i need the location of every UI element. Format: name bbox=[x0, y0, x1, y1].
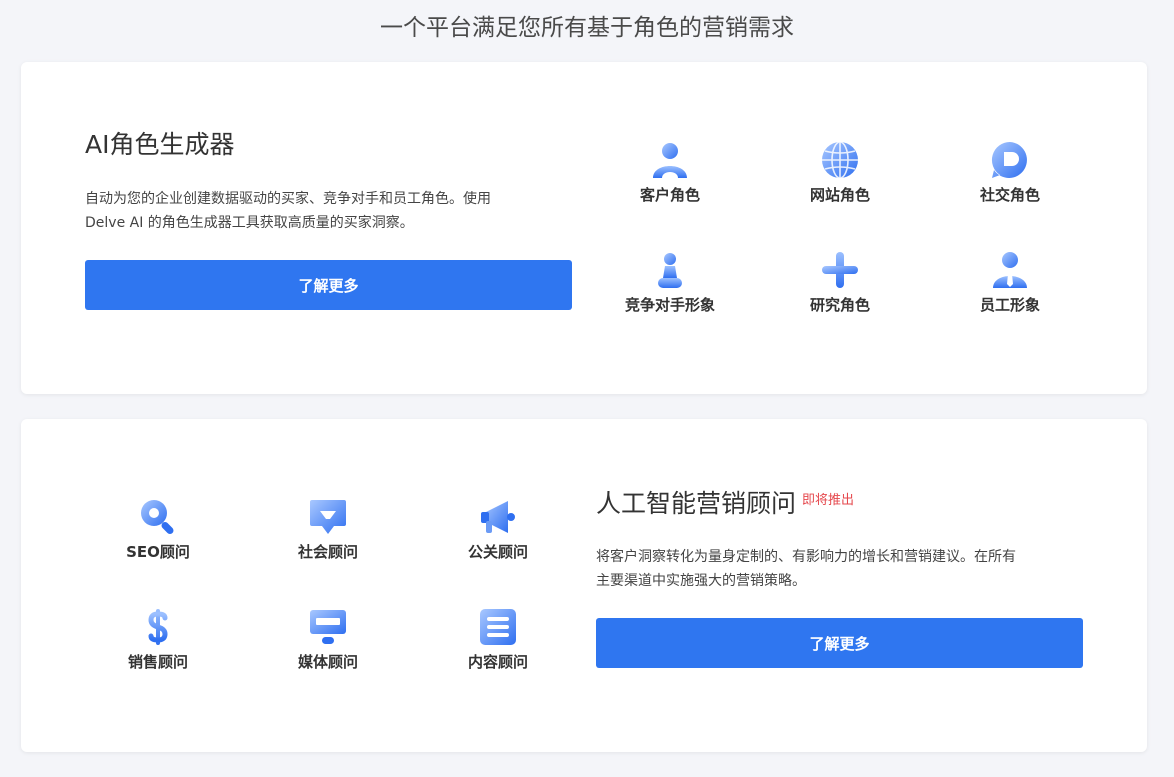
page-title: 一个平台满足您所有基于角色的营销需求 bbox=[380, 15, 794, 41]
advisor-types-grid: SEO顾问 社会顾问 公关顾问 销售顾问 媒体顾问 内容顾问 bbox=[73, 497, 613, 697]
employee-tie-icon bbox=[990, 250, 1030, 290]
persona-item-label: 网站角色 bbox=[809, 186, 870, 204]
marketing-advisor-title-text: 人工智能营销顾问 bbox=[596, 489, 797, 518]
monitor-icon bbox=[308, 607, 348, 647]
coming-soon-badge: 即将推出 bbox=[802, 493, 855, 508]
persona-item-customer[interactable]: 客户角色 bbox=[585, 140, 755, 205]
message-icon bbox=[308, 497, 348, 537]
persona-generator-card: AI角色生成器 自动为您的企业创建数据驱动的买家、竞争对手和员工角色。使用 De… bbox=[21, 62, 1147, 394]
persona-types-grid: 客户角色 网站角色 社交角色 竞争对手形象 研究角色 员工形象 bbox=[585, 140, 1125, 340]
persona-item-label: 研究角色 bbox=[809, 296, 870, 314]
search-icon bbox=[138, 497, 178, 537]
advisor-item-sales[interactable]: 销售顾问 bbox=[73, 607, 243, 672]
marketing-advisor-title: 人工智能营销顾问 即将推出 bbox=[596, 486, 854, 519]
persona-item-website[interactable]: 网站角色 bbox=[755, 140, 925, 205]
advisor-learn-more-button[interactable]: 了解更多 bbox=[596, 618, 1083, 668]
persona-learn-more-button[interactable]: 了解更多 bbox=[85, 260, 572, 310]
advisor-item-social[interactable]: 社会顾问 bbox=[243, 497, 413, 562]
marketing-advisor-description-line1: 将客户洞察转化为量身定制的、有影响力的增长和营销建议。在所有 bbox=[596, 549, 1016, 565]
megaphone-icon bbox=[478, 497, 518, 537]
persona-item-employee[interactable]: 员工形象 bbox=[925, 250, 1095, 315]
plus-icon bbox=[820, 250, 860, 290]
advisor-item-content[interactable]: 内容顾问 bbox=[413, 607, 583, 672]
dollar-icon bbox=[138, 607, 178, 647]
document-lines-icon bbox=[478, 607, 518, 647]
advisor-item-pr[interactable]: 公关顾问 bbox=[413, 497, 583, 562]
advisor-item-seo[interactable]: SEO顾问 bbox=[73, 497, 243, 562]
persona-item-social[interactable]: 社交角色 bbox=[925, 140, 1095, 205]
chess-pawn-icon bbox=[650, 250, 690, 290]
advisor-item-label: 媒体顾问 bbox=[297, 653, 358, 671]
advisor-item-label: 社会顾问 bbox=[297, 543, 358, 561]
persona-item-research[interactable]: 研究角色 bbox=[755, 250, 925, 315]
persona-generator-description: 自动为您的企业创建数据驱动的买家、竞争对手和员工角色。使用 Delve AI 的… bbox=[85, 187, 565, 235]
globe-icon bbox=[820, 140, 860, 180]
advisor-item-label: 公关顾问 bbox=[467, 543, 528, 561]
marketing-advisor-description: 将客户洞察转化为量身定制的、有影响力的增长和营销建议。在所有 主要渠道中实施强大… bbox=[596, 545, 1076, 593]
marketing-advisor-card: SEO顾问 社会顾问 公关顾问 销售顾问 媒体顾问 内容顾问 人工智能营销顾问 … bbox=[21, 419, 1147, 752]
advisor-item-label: 内容顾问 bbox=[467, 653, 528, 671]
advisor-item-media[interactable]: 媒体顾问 bbox=[243, 607, 413, 672]
advisor-item-label: 销售顾问 bbox=[127, 653, 188, 671]
marketing-advisor-description-line2: 主要渠道中实施强大的营销策略。 bbox=[596, 573, 806, 589]
persona-item-competitor[interactable]: 竞争对手形象 bbox=[585, 250, 755, 315]
persona-item-label: 竞争对手形象 bbox=[624, 296, 715, 314]
chat-bubble-icon bbox=[990, 140, 1030, 180]
persona-generator-description-line1: 自动为您的企业创建数据驱动的买家、竞争对手和员工角色。使用 bbox=[85, 191, 491, 207]
persona-generator-description-line2: Delve AI 的角色生成器工具获取高质量的买家洞察。 bbox=[85, 215, 414, 231]
persona-item-label: 客户角色 bbox=[639, 186, 700, 204]
persona-generator-title: AI角色生成器 bbox=[85, 130, 235, 159]
advisor-item-label: SEO顾问 bbox=[126, 543, 190, 561]
persona-item-label: 社交角色 bbox=[979, 186, 1040, 204]
persona-item-label: 员工形象 bbox=[979, 296, 1040, 314]
person-icon bbox=[650, 140, 690, 180]
